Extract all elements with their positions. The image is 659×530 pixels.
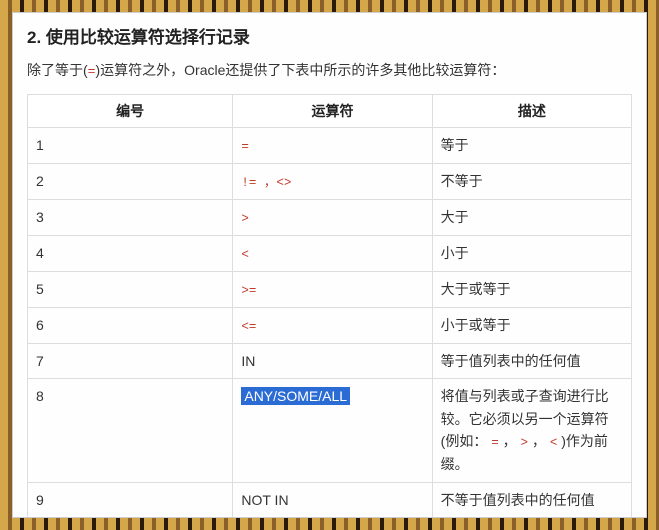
op-code: > [241,212,249,226]
cell-num: 9 [28,482,233,517]
cell-num: 3 [28,200,233,236]
cell-op: NOT IN [233,482,432,517]
table-row: 7 IN 等于值列表中的任何值 [28,344,632,379]
cell-desc: 不等于 [432,164,631,200]
desc-code: = [491,436,499,450]
cell-desc: 将值与列表或子查询进行比较。它必须以另一个运算符(例如： = ， > ， < )… [432,379,631,482]
cell-op: != ，<> [233,164,432,200]
op-highlighted: ANY/SOME/ALL [241,387,350,405]
table-row: 8 ANY/SOME/ALL 将值与列表或子查询进行比较。它必须以另一个运算符(… [28,379,632,482]
section-heading: 2. 使用比较运算符选择行记录 [27,23,632,48]
desc-text: ， [499,433,517,449]
cell-desc: 等于 [432,128,631,164]
cell-num: 10 [28,517,233,518]
cell-num: 6 [28,308,233,344]
table-row: 5 >= 大于或等于 [28,272,632,308]
cell-op: >= [233,272,432,308]
document-page: 2. 使用比较运算符选择行记录 除了等于(=)运算符之外，Oracle还提供了下… [12,12,647,518]
cell-desc: 相当于 [Not] >= n 且 < = y 。 [432,517,631,518]
col-header-description: 描述 [432,95,631,128]
cell-op: IN [233,344,432,379]
cell-op: < [233,236,432,272]
table-row: 10 [NOT] BETWEEN n AND m 相当于 [Not] >= n … [28,517,632,518]
table-header-row: 编号 运算符 描述 [28,95,632,128]
cell-num: 8 [28,379,233,482]
cell-desc: 小于或等于 [432,308,631,344]
desc-code: > [521,436,529,450]
intro-text-suffix: )运算符之外，Oracle还提供了下表中所示的许多其他比较运算符： [95,62,505,78]
table-row: 4 < 小于 [28,236,632,272]
table-row: 3 > 大于 [28,200,632,236]
intro-text-prefix: 除了等于( [27,62,88,78]
op-code: >= [241,284,256,298]
desc-text: ， [528,433,550,449]
table-row: 9 NOT IN 不等于值列表中的任何值 [28,482,632,517]
cell-num: 4 [28,236,233,272]
cell-op: ANY/SOME/ALL [233,379,432,482]
cell-desc: 不等于值列表中的任何值 [432,482,631,517]
table-row: 1 = 等于 [28,128,632,164]
intro-paragraph: 除了等于(=)运算符之外，Oracle还提供了下表中所示的许多其他比较运算符： [27,60,632,80]
cell-num: 7 [28,344,233,379]
cell-desc: 等于值列表中的任何值 [432,344,631,379]
col-header-number: 编号 [28,95,233,128]
operators-table: 编号 运算符 描述 1 = 等于 2 != ，<> 不等于 3 > 大于 4 [27,94,632,518]
op-code: < [241,248,249,262]
cell-op: > [233,200,432,236]
op-code: <= [241,320,256,334]
table-row: 6 <= 小于或等于 [28,308,632,344]
col-header-operator: 运算符 [233,95,432,128]
cell-num: 2 [28,164,233,200]
cell-desc: 大于 [432,200,631,236]
op-code: != ，<> [241,176,291,190]
cell-desc: 小于 [432,236,631,272]
cell-num: 5 [28,272,233,308]
cell-op: [NOT] BETWEEN n AND m [233,517,432,518]
cell-op: = [233,128,432,164]
cell-op: <= [233,308,432,344]
table-row: 2 != ，<> 不等于 [28,164,632,200]
cell-desc: 大于或等于 [432,272,631,308]
cell-num: 1 [28,128,233,164]
op-code: = [241,140,249,154]
